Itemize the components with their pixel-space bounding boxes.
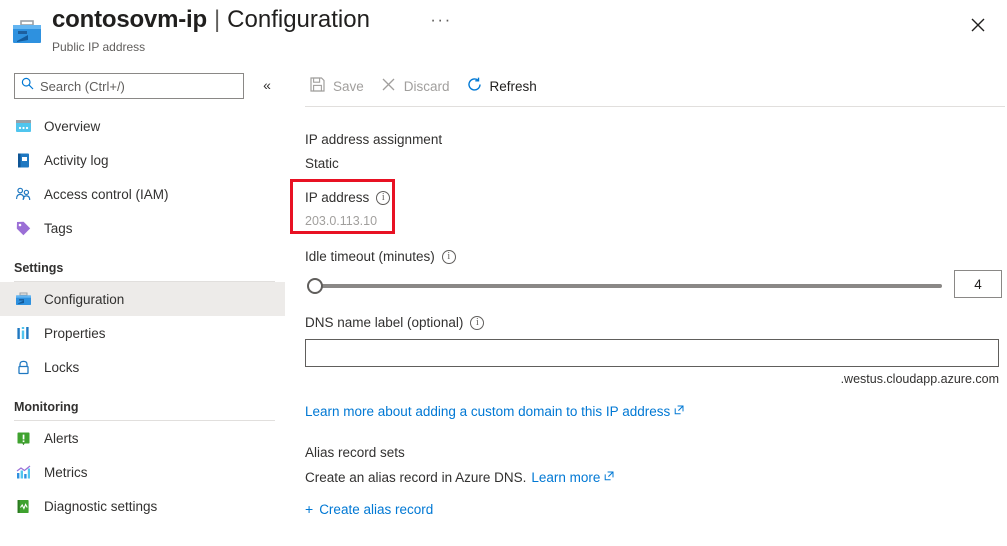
custom-domain-link-label: Learn more about adding a custom domain …: [305, 404, 670, 419]
sidebar-item-overview[interactable]: Overview: [0, 109, 285, 143]
sidebar-item-label: Alerts: [44, 431, 79, 446]
diagnostic-settings-icon: [14, 497, 32, 515]
refresh-button[interactable]: Refresh: [462, 72, 549, 100]
idle-timeout-label: Idle timeout (minutes): [305, 249, 435, 264]
resource-name: contosovm-ip: [52, 6, 207, 34]
public-ip-briefcase-icon: [12, 19, 42, 45]
access-control-icon: [14, 185, 32, 203]
save-button[interactable]: Save: [305, 72, 376, 100]
sidebar-item-label: Activity log: [44, 153, 109, 168]
sidebar-item-label: Configuration: [44, 292, 124, 307]
create-alias-record-label: Create alias record: [319, 502, 433, 517]
slider-track: [319, 284, 942, 288]
alias-record-sets-heading: Alias record sets: [305, 445, 405, 460]
alias-learn-more-label: Learn more: [531, 470, 600, 485]
dns-name-input[interactable]: [305, 339, 999, 367]
toolbar-divider: [305, 106, 1005, 107]
alerts-icon: [14, 429, 32, 447]
page-title: contosovm-ip | Configuration: [52, 6, 370, 34]
dns-name-label-row: DNS name label (optional) i: [305, 315, 484, 330]
sidebar-section-monitoring: Monitoring: [0, 400, 285, 414]
overview-icon: [14, 117, 32, 135]
search-placeholder: Search (Ctrl+/): [40, 79, 125, 94]
blade-content: Save Discard Refresh IP address assignme…: [285, 62, 1007, 546]
ip-address-info-icon[interactable]: i: [376, 191, 390, 205]
sidebar-search-row: Search (Ctrl+/) «: [14, 73, 272, 99]
sidebar-item-label: Overview: [44, 119, 100, 134]
sidebar-item-alerts[interactable]: Alerts: [0, 421, 285, 455]
sidebar-item-label: Metrics: [44, 465, 88, 480]
sidebar-item-label: Properties: [44, 326, 106, 341]
idle-timeout-slider[interactable]: [305, 274, 942, 298]
title-separator: |: [214, 6, 220, 34]
blade-sidebar: Search (Ctrl+/) « Overview: [0, 62, 285, 546]
sidebar-item-activity-log[interactable]: Activity log: [0, 143, 285, 177]
external-link-icon: [674, 405, 684, 418]
dns-name-info-icon[interactable]: i: [470, 316, 484, 330]
sidebar-item-access-control[interactable]: Access control (IAM): [0, 177, 285, 211]
dns-suffix-text: .westus.cloudapp.azure.com: [305, 372, 999, 386]
metrics-icon: [14, 463, 32, 481]
idle-timeout-label-row: Idle timeout (minutes) i: [305, 249, 456, 264]
sidebar-item-properties[interactable]: Properties: [0, 316, 285, 350]
command-toolbar: Save Discard Refresh: [305, 72, 549, 100]
alias-description-text: Create an alias record in Azure DNS.: [305, 470, 526, 485]
plus-icon: +: [305, 501, 313, 517]
ip-address-label-row: IP address i: [305, 190, 390, 205]
custom-domain-learn-more-link[interactable]: Learn more about adding a custom domain …: [305, 404, 684, 419]
save-label: Save: [333, 79, 364, 94]
sidebar-item-configuration[interactable]: Configuration: [0, 282, 285, 316]
refresh-icon: [466, 76, 483, 96]
slider-thumb[interactable]: [307, 278, 323, 294]
blade-header: contosovm-ip | Configuration ··· Public …: [0, 0, 1007, 62]
sidebar-section-settings: Settings: [0, 261, 285, 275]
discard-label: Discard: [404, 79, 450, 94]
idle-timeout-info-icon[interactable]: i: [442, 250, 456, 264]
idle-timeout-value[interactable]: 4: [954, 270, 1002, 298]
sidebar-item-diagnostic-settings[interactable]: Diagnostic settings: [0, 489, 285, 523]
configuration-icon: [14, 290, 32, 308]
alias-learn-more-link[interactable]: Learn more: [531, 470, 614, 485]
blade-subtitle: Public IP address: [52, 40, 145, 54]
page-name: Configuration: [227, 6, 370, 34]
ip-address-value: 203.0.113.10: [305, 214, 377, 228]
sidebar-item-locks[interactable]: Locks: [0, 350, 285, 384]
close-icon[interactable]: [963, 10, 993, 40]
external-link-icon: [604, 471, 614, 484]
discard-button[interactable]: Discard: [376, 72, 462, 100]
sidebar-item-tags[interactable]: Tags: [0, 211, 285, 245]
ip-address-label: IP address: [305, 190, 369, 205]
discard-x-icon: [380, 76, 397, 96]
refresh-label: Refresh: [490, 79, 537, 94]
create-alias-record-button[interactable]: + Create alias record: [305, 501, 433, 517]
collapse-sidebar-button[interactable]: «: [257, 76, 277, 96]
alias-description-row: Create an alias record in Azure DNS. Lea…: [305, 470, 614, 485]
sidebar-item-label: Access control (IAM): [44, 187, 169, 202]
search-icon: [21, 77, 34, 95]
dns-name-label: DNS name label (optional): [305, 315, 463, 330]
search-input[interactable]: Search (Ctrl+/): [14, 73, 244, 99]
sidebar-item-label: Tags: [44, 221, 73, 236]
save-disk-icon: [309, 76, 326, 96]
more-options-button[interactable]: ···: [428, 14, 454, 36]
ip-assignment-label: IP address assignment: [305, 132, 442, 147]
sidebar-item-label: Locks: [44, 360, 79, 375]
activity-log-icon: [14, 151, 32, 169]
tag-icon: [14, 219, 32, 237]
properties-icon: [14, 324, 32, 342]
sidebar-item-metrics[interactable]: Metrics: [0, 455, 285, 489]
sidebar-item-label: Diagnostic settings: [44, 499, 157, 514]
lock-icon: [14, 358, 32, 376]
sidebar-nav: Overview Activity log Acc: [0, 109, 285, 523]
ip-assignment-value: Static: [305, 156, 339, 171]
